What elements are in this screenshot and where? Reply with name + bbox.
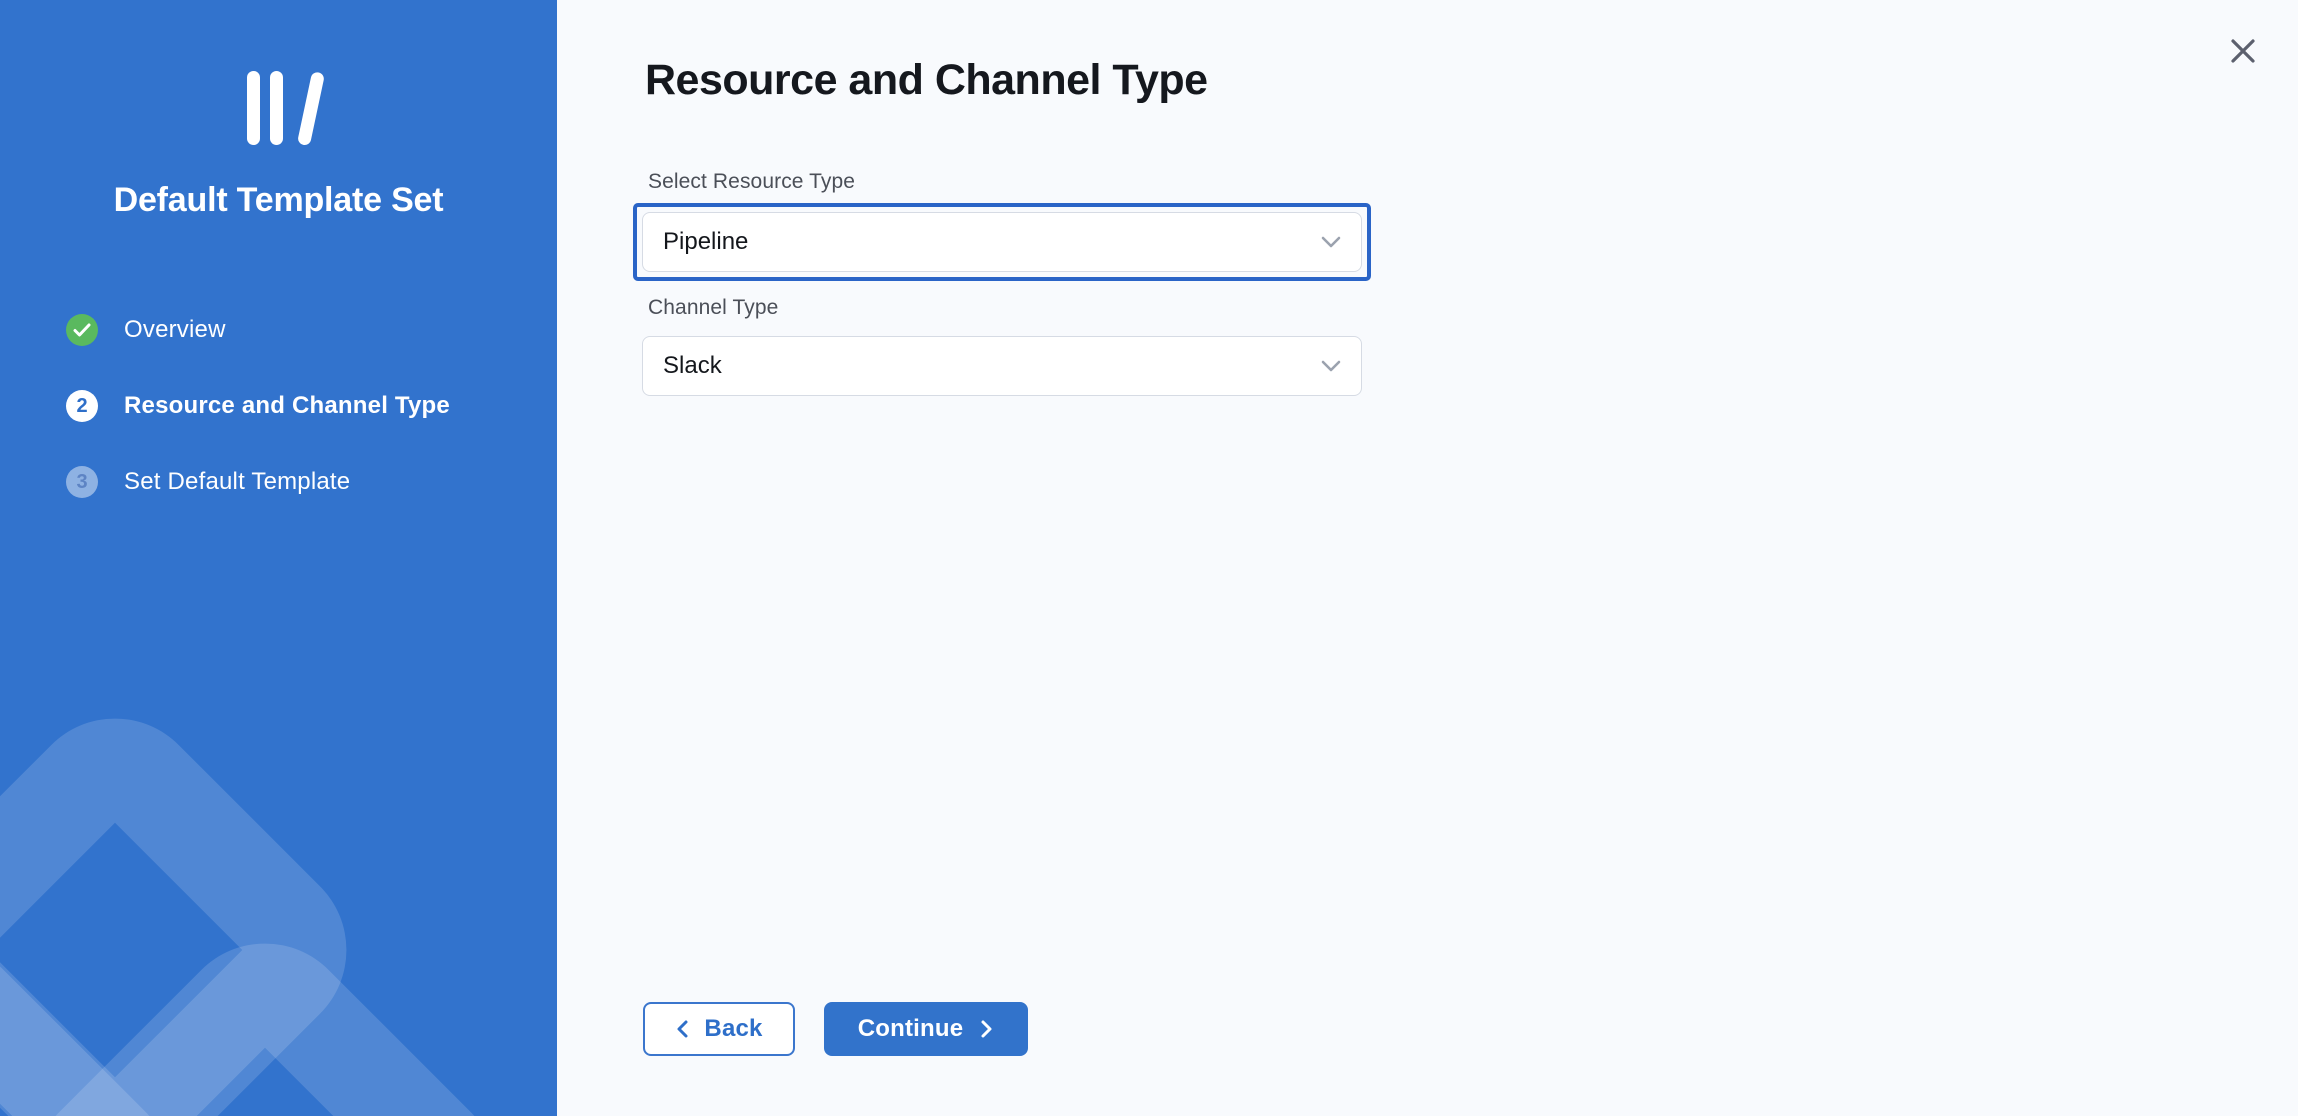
close-icon [2230,38,2256,64]
resource-type-select[interactable]: Pipeline [642,212,1362,272]
channel-type-label: Channel Type [648,296,778,320]
wizard-steps: Overview 2 Resource and Channel Type 3 S… [66,314,450,542]
step-label: Resource and Channel Type [124,392,450,420]
wizard-sidebar: Default Template Set Overview 2 Resource… [0,0,557,1116]
channel-type-select[interactable]: Slack [642,336,1362,396]
continue-button-label: Continue [858,1015,964,1043]
sidebar-step-resource-and-channel-type[interactable]: 2 Resource and Channel Type [66,390,450,422]
chevron-down-icon [1321,360,1341,372]
chevron-left-icon [675,1019,691,1039]
resource-type-select-value: Pipeline [663,228,748,256]
sidebar-step-overview[interactable]: Overview [66,314,450,346]
chevron-down-icon [1321,236,1341,248]
wizard-actions: Back Continue [643,1002,1028,1056]
logo-bar [270,71,283,145]
step-label: Set Default Template [124,468,350,496]
step-number-badge: 2 [66,390,98,422]
chevron-right-icon [978,1019,994,1039]
wizard-title: Default Template Set [0,181,557,220]
step-label: Overview [124,316,226,344]
sidebar-step-set-default-template[interactable]: 3 Set Default Template [66,466,450,498]
logo-bar-slanted [296,71,324,146]
channel-type-select-value: Slack [663,352,722,380]
close-button[interactable] [2226,34,2260,68]
page-title: Resource and Channel Type [645,56,1208,105]
check-icon [66,314,98,346]
continue-button[interactable]: Continue [824,1002,1028,1056]
app-logo-icon [0,67,557,145]
step-number-badge: 3 [66,466,98,498]
logo-bar [247,71,260,145]
back-button-label: Back [704,1015,762,1043]
resource-type-label: Select Resource Type [648,170,855,194]
back-button[interactable]: Back [643,1002,795,1056]
wizard-content-panel: Resource and Channel Type Select Resourc… [557,0,2298,1116]
